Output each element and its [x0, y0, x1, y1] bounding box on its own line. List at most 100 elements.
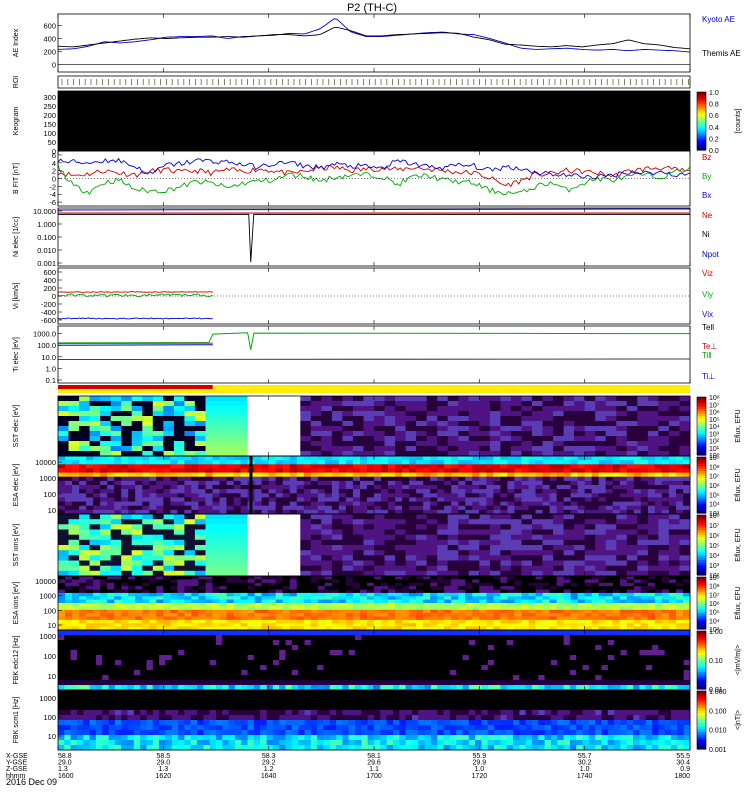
spectro-cell — [203, 640, 211, 646]
spectro-cell — [514, 485, 522, 490]
spectro-cell — [65, 480, 73, 486]
spectro-cell — [331, 396, 343, 402]
spectro-cell — [321, 550, 333, 556]
spectro-cell — [489, 529, 501, 536]
spectro-cell — [146, 665, 154, 671]
spectro-cell — [247, 660, 255, 666]
spectro-cell — [173, 524, 185, 530]
spectro-cell — [142, 396, 154, 402]
spectro-cell — [216, 565, 227, 572]
spectro-cell — [184, 565, 196, 572]
spectro-cell — [268, 446, 280, 452]
spectro-cell — [361, 645, 369, 651]
spectro-cell — [205, 446, 217, 452]
spectro-cell — [535, 613, 543, 617]
spectro-cell — [637, 545, 649, 551]
spectro-cell — [361, 635, 369, 641]
spectro-cell — [194, 524, 206, 530]
spectro-cell — [409, 501, 417, 507]
spectro-cell — [549, 476, 558, 482]
spectro-cell — [268, 460, 277, 465]
spectro-cell — [100, 497, 108, 502]
spectro-cell — [100, 472, 108, 478]
spectro-cell — [577, 460, 586, 465]
spectro-cell — [203, 635, 211, 641]
spectro-cell — [367, 670, 375, 676]
spectro-cell — [107, 493, 115, 498]
spectro-cell — [384, 529, 396, 536]
spectro-cell — [289, 472, 298, 478]
spectro-cell — [637, 514, 649, 520]
spectro-cell — [68, 514, 80, 520]
spectro-cell — [647, 396, 659, 402]
spectro-cell — [500, 421, 512, 427]
spectro-cell — [79, 539, 91, 546]
spectro-cell — [95, 630, 103, 636]
spectro-cell — [556, 489, 565, 494]
spectro-cell — [367, 468, 375, 473]
spectro-cell — [374, 606, 382, 611]
spectro-cell — [395, 613, 403, 617]
spectro-cell — [310, 619, 319, 624]
spectro-cell — [605, 426, 617, 432]
spectro-cell — [388, 468, 396, 473]
spectro-cell — [668, 441, 680, 447]
spectro-cell — [121, 613, 129, 617]
spectro-cell — [619, 619, 628, 624]
spectro-cell — [458, 606, 466, 611]
spectro-cell — [556, 619, 565, 624]
spectro-cell — [388, 619, 396, 624]
spectro-cell — [300, 519, 312, 525]
spectro-cell — [556, 579, 565, 584]
spectro-cell — [367, 464, 375, 469]
spectro-cell — [261, 489, 270, 494]
spectro-cell — [226, 456, 234, 461]
spectro-cell — [254, 619, 263, 624]
spectro-cell — [472, 505, 480, 511]
spectro-cell — [258, 406, 270, 412]
spectro-cell — [374, 505, 382, 511]
spectro-cell — [121, 539, 133, 546]
spectro-cell — [528, 586, 536, 590]
spectro-cell — [367, 655, 375, 661]
spectro-cell — [507, 586, 515, 590]
spectro-cell — [89, 680, 97, 686]
spectro-cell — [191, 485, 199, 490]
spectro-cell — [100, 460, 108, 465]
spectro-cell — [247, 560, 259, 567]
spectro-cell — [65, 592, 73, 597]
spectro-cell — [399, 655, 407, 661]
spectro-cell — [342, 406, 354, 412]
spectro-cell — [584, 472, 593, 478]
spectro-cell — [570, 468, 579, 473]
spectro-cell — [654, 489, 663, 494]
spectro-cell — [142, 441, 154, 447]
spectro-cell — [612, 464, 621, 469]
spectro-cell — [584, 586, 593, 590]
spectro-cell — [310, 411, 322, 417]
spectro-cell — [521, 519, 533, 525]
spectro-cell — [528, 472, 536, 478]
spectro-cell — [254, 480, 263, 486]
spectro-cell — [331, 599, 340, 604]
spectro-cell — [226, 589, 234, 594]
spectro-cell — [388, 579, 396, 584]
spectro-cell — [240, 505, 249, 511]
spectro-cell — [135, 589, 143, 594]
spectro-cell — [331, 505, 340, 511]
spectro-cell — [577, 501, 586, 507]
spectro-cell — [170, 493, 178, 498]
spectro-cell — [226, 460, 234, 465]
spectro-cell — [437, 446, 449, 452]
spectro-cell — [679, 431, 691, 437]
spectro-cell — [303, 501, 312, 507]
spectro-cell — [556, 485, 565, 490]
spectro-cell — [310, 645, 318, 651]
spectro-cell — [612, 480, 621, 486]
spectro-cell — [361, 665, 369, 671]
spectro-cell — [668, 468, 677, 473]
spectro-cell — [58, 460, 66, 465]
spectro-cell — [388, 501, 396, 507]
spectro-cell — [510, 529, 522, 536]
spectro-cell — [626, 406, 638, 412]
